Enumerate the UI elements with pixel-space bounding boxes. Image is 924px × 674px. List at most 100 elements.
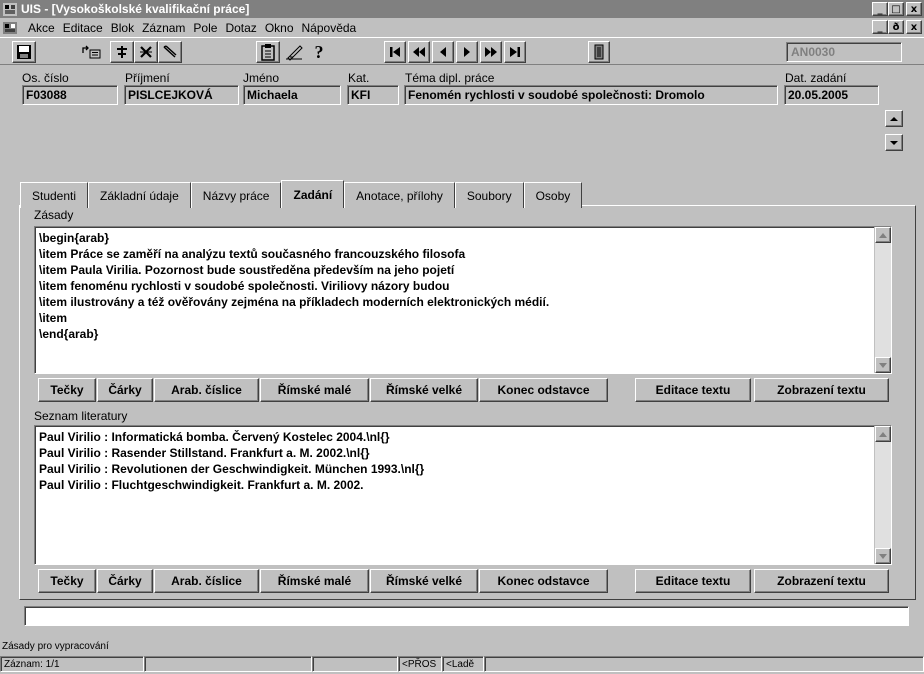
scroll-down-icon[interactable] [885,134,903,151]
maximize-button[interactable]: □ [888,2,904,16]
menu-zaznam[interactable]: Záznam [138,21,189,35]
label-kat: Kat. [348,71,370,85]
mode-indicator: <PŘOS [398,656,442,672]
text-line: Paul Virilio : Revolutionen der Geschwin… [39,462,425,476]
label-dat-zadani: Dat. zadání [785,71,847,85]
mdi-minimize-button[interactable]: _ [872,20,888,34]
menu-okno[interactable]: Okno [261,21,298,35]
exit-door-icon[interactable] [588,41,610,63]
vertical-scrollbar[interactable] [874,426,891,564]
window-title: UIS - [Vysokoškolské kvalifikační práce] [21,2,250,16]
message-line [24,606,909,626]
status-bar: Záznam: 1/1 <PŘOS <Ladě [0,655,924,673]
scroll-up-icon[interactable] [875,426,891,442]
edit-icon[interactable] [158,41,182,63]
vertical-scrollbar[interactable] [874,227,891,373]
tab-zadani[interactable]: Zadání [281,180,345,208]
scroll-down-icon[interactable] [875,548,891,564]
field-hint: Zásady pro vypracování [2,641,109,652]
scroll-up-icon[interactable] [885,110,903,127]
delete-record-icon[interactable] [134,41,158,63]
label-tema: Téma dipl. práce [405,71,495,85]
text-line: \item Paula Virilia. Pozornost bude sous… [39,263,455,277]
arab-cislice-button[interactable]: Arab. číslice [154,569,259,593]
next-block-icon[interactable] [480,41,502,63]
menu-blok[interactable]: Blok [107,21,138,35]
mdi-restore-button[interactable]: ð [888,20,904,34]
label-os-cislo: Os. číslo [22,71,69,85]
clipboard-icon[interactable] [256,41,280,63]
os-cislo-field[interactable]: F03088 [22,85,118,105]
tab-soubory[interactable]: Soubory [454,182,524,208]
first-record-icon[interactable] [384,41,406,63]
tecky-button[interactable]: Tečky [38,378,96,402]
text-line: Paul Virilio : Fluchtgeschwindigkeit. Fr… [39,478,364,492]
pen-icon[interactable] [282,41,306,63]
tab-nazvy-prace[interactable]: Názvy práce [190,182,282,208]
title-bar: UIS - [Vysokoškolské kvalifikační práce]… [0,0,924,18]
konec-odstavce-button[interactable]: Konec odstavce [479,378,608,402]
text-line: Paul Virilio : Rasender Stillstand. Fran… [39,446,370,460]
status-panel [144,656,312,672]
mode-indicator: <Ladě [442,656,484,672]
mdi-close-button[interactable]: x [906,20,922,34]
menu-dotaz[interactable]: Dotaz [221,21,260,35]
tab-zakladni-udaje[interactable]: Základní údaje [88,182,191,208]
text-line: \begin{arab} [39,231,110,245]
carky-button[interactable]: Čárky [97,569,153,593]
menu-pole[interactable]: Pole [189,21,221,35]
zasady-textarea[interactable]: \begin{arab} \item Práce se zaměří na an… [34,226,892,374]
jmeno-field[interactable]: Michaela [243,85,341,105]
tema-field[interactable]: Fenomén rychlosti v soudobé společnosti:… [404,85,778,105]
prev-block-icon[interactable] [408,41,430,63]
label-prijmeni: Příjmení [125,71,170,85]
carky-button[interactable]: Čárky [97,378,153,402]
rimske-velke-button[interactable]: Římské velké [370,569,478,593]
zobrazeni-textu-button[interactable]: Zobrazení textu [754,569,889,593]
minimize-button[interactable]: _ [872,2,888,16]
editace-textu-button[interactable]: Editace textu [635,569,751,593]
list-icon[interactable] [80,41,104,63]
text-line: \item [39,311,68,325]
tab-bar: Studenti Základní údaje Názvy práce Zadá… [20,180,583,208]
editace-textu-button[interactable]: Editace textu [635,378,751,402]
literatura-textarea[interactable]: Paul Virilio : Informatická bomba. Červe… [34,425,892,565]
help-icon[interactable]: ? [308,41,330,63]
document-icon[interactable] [2,21,18,35]
tecky-button[interactable]: Tečky [38,569,96,593]
scroll-up-icon[interactable] [875,227,891,243]
close-button[interactable]: x [906,2,922,16]
tab-anotace-prilohy[interactable]: Anotace, přílohy [344,182,455,208]
save-icon[interactable] [12,41,36,63]
tab-osoby[interactable]: Osoby [523,182,583,208]
menu-editace[interactable]: Editace [59,21,107,35]
menu-napoveda[interactable]: Nápověda [298,21,361,35]
konec-odstavce-button[interactable]: Konec odstavce [479,569,608,593]
text-line: \item ilustrovány a též ověřovány zejmén… [39,295,550,309]
rimske-male-button[interactable]: Římské malé [260,378,369,402]
status-panel [484,656,924,672]
prijmeni-field[interactable]: PISLCEJKOVÁ [124,85,239,105]
scroll-down-icon[interactable] [875,357,891,373]
arab-cislice-button[interactable]: Arab. číslice [154,378,259,402]
insert-record-icon[interactable] [110,41,134,63]
kat-field[interactable]: KFI [347,85,399,105]
text-line: \item fenoménu rychlosti v soudobé spole… [39,279,450,293]
last-record-icon[interactable] [504,41,526,63]
dat-zadani-field[interactable]: 20.05.2005 [784,85,879,105]
rimske-male-button[interactable]: Římské malé [260,569,369,593]
toolbar: ? AN0030 [0,37,924,65]
prev-record-icon[interactable] [432,41,454,63]
zasady-label: Zásady [34,208,74,222]
literatura-label: Seznam literatury [34,409,128,423]
app-icon [3,2,17,16]
record-counter: Záznam: 1/1 [0,656,144,672]
status-panel [312,656,398,672]
tab-studenti[interactable]: Studenti [20,182,89,208]
menu-akce[interactable]: Akce [24,21,59,35]
rimske-velke-button[interactable]: Římské velké [370,378,478,402]
text-line: \item Práce se zaměří na analýzu textů s… [39,247,466,261]
zobrazeni-textu-button[interactable]: Zobrazení textu [754,378,889,402]
next-record-icon[interactable] [456,41,478,63]
text-line: \end{arab} [39,327,99,341]
